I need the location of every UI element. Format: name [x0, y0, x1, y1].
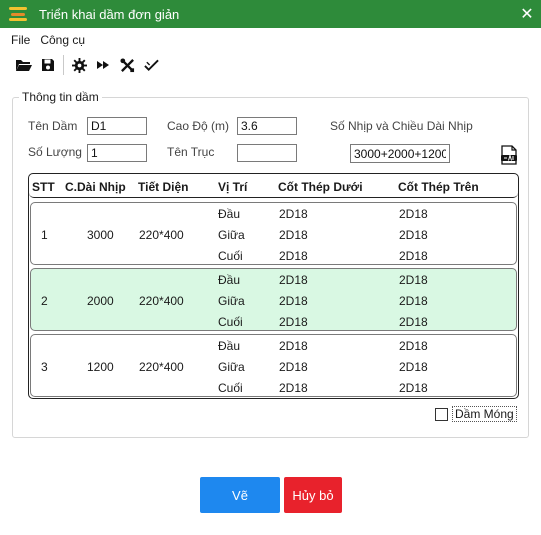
span-count-label: Số Nhịp và Chiều Dài Nhịp — [330, 119, 473, 133]
row-bottom-rebar: 2D18 — [279, 228, 308, 242]
row-top-rebar: 2D18 — [399, 339, 428, 353]
row-top-rebar: 2D18 — [399, 207, 428, 221]
row-position: Cuối — [218, 249, 243, 263]
row-span-length: 2000 — [87, 294, 114, 308]
table-row-selected[interactable]: 2 2000 220*400 Đầu Giữa Cuối 2D18 2D18 2… — [30, 268, 517, 331]
menu-bar: File Công cụ — [0, 30, 95, 50]
elevation-input[interactable] — [237, 117, 297, 135]
beam-name-input[interactable] — [87, 117, 147, 135]
row-top-rebar: 2D18 — [399, 273, 428, 287]
menu-tools[interactable]: Công cụ — [40, 33, 85, 47]
title-bar: Triển khai dầm đơn giản ✕ — [0, 0, 541, 28]
span-lengths-input[interactable] — [350, 144, 450, 163]
toolbar — [12, 54, 163, 76]
row-position: Giữa — [218, 360, 245, 374]
draw-button[interactable]: Vẽ — [200, 477, 280, 513]
axis-name-input[interactable] — [237, 144, 297, 162]
column-header-top-rebar: Cốt Thép Trên — [398, 180, 479, 194]
column-header-span-length: C.Dài Nhịp — [65, 180, 126, 194]
row-top-rebar: 2D18 — [399, 315, 428, 329]
cad-file-icon[interactable] — [500, 145, 518, 165]
elevation-label: Cao Độ (m) — [167, 119, 230, 133]
row-top-rebar: 2D18 — [399, 381, 428, 395]
row-bottom-rebar: 2D18 — [279, 381, 308, 395]
column-header-bottom-rebar: Cốt Thép Dưới — [278, 180, 363, 194]
menu-file[interactable]: File — [11, 33, 30, 47]
fast-forward-icon[interactable] — [91, 54, 115, 76]
row-bottom-rebar: 2D18 — [279, 339, 308, 353]
row-bottom-rebar: 2D18 — [279, 315, 308, 329]
column-header-section: Tiết Diện — [138, 180, 189, 194]
toolbar-separator — [63, 55, 64, 75]
tools-icon[interactable] — [115, 54, 139, 76]
folder-open-icon[interactable] — [12, 54, 36, 76]
row-top-rebar: 2D18 — [399, 294, 428, 308]
table-row[interactable]: 1 3000 220*400 Đầu Giữa Cuối 2D18 2D18 2… — [30, 202, 517, 265]
row-position: Đầu — [218, 273, 241, 287]
row-stt: 2 — [41, 294, 48, 308]
table-row[interactable]: 3 1200 220*400 Đầu Giữa Cuối 2D18 2D18 2… — [30, 334, 517, 397]
row-stt: 1 — [41, 228, 48, 242]
group-title: Thông tin dầm — [19, 90, 102, 104]
save-icon[interactable] — [36, 54, 60, 76]
row-bottom-rebar: 2D18 — [279, 294, 308, 308]
table-header: STT C.Dài Nhịp Tiết Diện Vị Trí Cốt Thép… — [29, 174, 518, 198]
row-position: Cuối — [218, 315, 243, 329]
row-section: 220*400 — [139, 360, 184, 374]
row-position: Đầu — [218, 207, 241, 221]
foundation-beam-checkbox[interactable]: Dầm Móng — [435, 406, 517, 422]
row-position: Cuối — [218, 381, 243, 395]
beam-span-table: STT C.Dài Nhịp Tiết Diện Vị Trí Cốt Thép… — [28, 173, 519, 399]
checkbox-box[interactable] — [435, 407, 448, 421]
row-position: Đầu — [218, 339, 241, 353]
gear-icon[interactable] — [67, 54, 91, 76]
check-icon[interactable] — [139, 54, 163, 76]
close-icon[interactable]: ✕ — [513, 0, 541, 28]
app-logo-icon — [9, 7, 27, 21]
quantity-input[interactable] — [87, 144, 147, 162]
row-position: Giữa — [218, 294, 245, 308]
row-bottom-rebar: 2D18 — [279, 207, 308, 221]
row-position: Giữa — [218, 228, 245, 242]
quantity-label: Số Lượng — [28, 145, 82, 159]
row-bottom-rebar: 2D18 — [279, 273, 308, 287]
row-bottom-rebar: 2D18 — [279, 360, 308, 374]
row-section: 220*400 — [139, 228, 184, 242]
row-bottom-rebar: 2D18 — [279, 249, 308, 263]
row-section: 220*400 — [139, 294, 184, 308]
row-span-length: 3000 — [87, 228, 114, 242]
row-span-length: 1200 — [87, 360, 114, 374]
checkbox-label[interactable]: Dầm Móng — [452, 406, 517, 422]
column-header-stt: STT — [32, 180, 55, 194]
axis-name-label: Tên Trục — [167, 145, 215, 159]
column-header-position: Vị Trí — [218, 180, 248, 194]
row-top-rebar: 2D18 — [399, 249, 428, 263]
row-top-rebar: 2D18 — [399, 360, 428, 374]
row-top-rebar: 2D18 — [399, 228, 428, 242]
cancel-button[interactable]: Hủy bỏ — [284, 477, 342, 513]
row-stt: 3 — [41, 360, 48, 374]
window-title: Triển khai dầm đơn giản — [39, 6, 180, 22]
beam-name-label: Tên Dầm — [28, 119, 78, 133]
